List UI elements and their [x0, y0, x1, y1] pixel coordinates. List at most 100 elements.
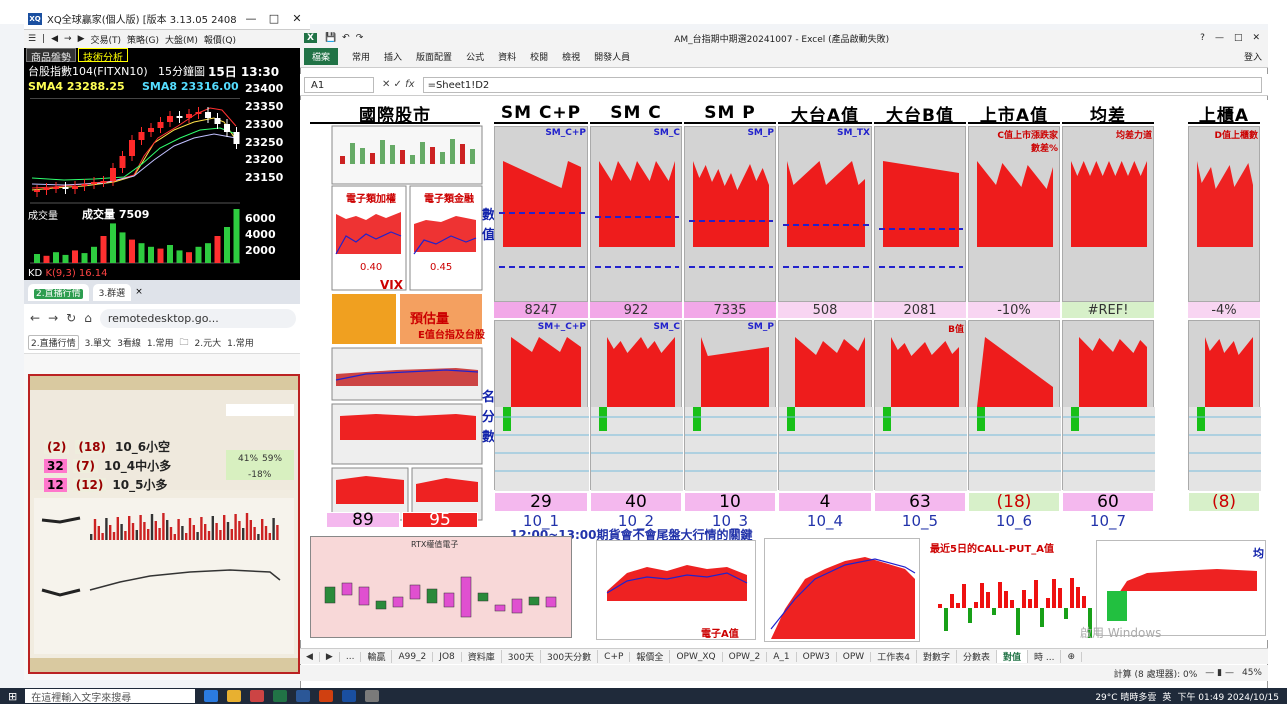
bottom-indicator-chart[interactable] — [684, 320, 777, 491]
top-indicator-chart[interactable] — [1188, 126, 1260, 302]
menu-item[interactable]: 大盤(M) — [165, 33, 198, 46]
value-cell[interactable]: -4% — [1188, 302, 1260, 318]
column-header[interactable]: 大台A值 — [778, 104, 872, 126]
column-header[interactable]: 上櫃A — [1188, 104, 1260, 126]
sheet-tab[interactable]: JO8 — [433, 651, 462, 662]
sheet-tab[interactable]: 300天 — [502, 650, 541, 663]
bottom-indicator-chart[interactable] — [494, 320, 589, 491]
explorer-icon[interactable] — [227, 690, 242, 702]
menu-item[interactable]: ☰ — [28, 34, 36, 44]
sheet-tab[interactable]: ... — [340, 651, 362, 662]
column-header[interactable]: SM C — [590, 103, 682, 124]
chrome-icon[interactable] — [250, 690, 265, 702]
xq-taskbar-icon[interactable] — [342, 690, 357, 702]
menu-item[interactable]: 交易(T) — [91, 33, 122, 46]
restore-icon[interactable]: □ — [1234, 33, 1243, 43]
redo-icon[interactable]: ↷ — [356, 33, 364, 43]
help-icon[interactable]: ? — [1200, 33, 1205, 43]
top-indicator-chart[interactable] — [874, 126, 966, 302]
value-cell[interactable]: 508 — [778, 302, 872, 318]
menu-item[interactable]: → — [64, 34, 72, 44]
sheet-tab[interactable]: 分數表 — [957, 650, 997, 663]
value-cell[interactable]: 7335 — [684, 302, 776, 318]
column-header[interactable]: SM C+P — [494, 103, 588, 124]
column-header[interactable]: SM P — [684, 103, 776, 124]
address-bar[interactable]: remotedesktop.go... — [99, 308, 296, 328]
sheet-tab[interactable]: A_1 — [767, 651, 797, 662]
zoom-slider[interactable]: — ▮ — — [1205, 668, 1234, 678]
score-cell[interactable]: (18) — [968, 492, 1060, 512]
score-cell[interactable]: 40 — [590, 492, 682, 512]
sheet-tab[interactable]: OPW — [837, 651, 872, 662]
undo-icon[interactable]: ↶ — [342, 33, 350, 43]
ribbon-tab[interactable]: 資料 — [498, 50, 516, 63]
bottom-indicator-chart[interactable] — [968, 320, 1061, 491]
top-indicator-chart[interactable] — [494, 126, 588, 302]
menu-item[interactable]: ▶ — [78, 34, 85, 44]
left-value-cell[interactable]: 89 — [326, 510, 400, 530]
sheet-tab[interactable]: 輸贏 — [361, 650, 393, 663]
ribbon-tab[interactable]: 版面配置 — [416, 50, 452, 63]
bottom-indicator-chart[interactable] — [1062, 320, 1155, 491]
tab-technical[interactable]: 技術分析 — [78, 48, 128, 64]
top-indicator-chart[interactable] — [590, 126, 682, 302]
fx-icon[interactable]: ✕ ✓ fx — [382, 79, 415, 90]
bookmark-item[interactable]: 2.直播行情 — [28, 335, 79, 350]
top-indicator-chart[interactable] — [1062, 126, 1154, 302]
sheet-tab[interactable]: 工作表4 — [871, 650, 917, 663]
column-header[interactable]: 大台B值 — [874, 104, 966, 126]
forward-icon[interactable]: → — [48, 311, 58, 325]
sheet-tab[interactable]: ◀ — [300, 651, 320, 662]
sheet-tab[interactable]: 對值 — [996, 650, 1028, 663]
tab-quotes[interactable]: 商品盤勢 — [26, 48, 76, 64]
bookmark-item[interactable]: 2.元大 — [195, 336, 222, 349]
excel-taskbar-icon[interactable] — [273, 690, 288, 702]
bottom-indicator-chart[interactable] — [1188, 320, 1261, 491]
menu-item[interactable]: 報價(Q) — [204, 33, 236, 46]
bottom-indicator-chart[interactable] — [778, 320, 873, 491]
sheet-tab[interactable]: OPW_2 — [723, 651, 768, 662]
word-icon[interactable] — [296, 690, 311, 702]
login-link[interactable]: 登入 — [1244, 50, 1262, 63]
back-icon[interactable]: ← — [30, 311, 40, 325]
sheet-tab[interactable]: 資料庫 — [462, 650, 502, 663]
score-cell[interactable]: 4 — [778, 492, 872, 512]
app-icon[interactable] — [365, 690, 380, 702]
bookmark-item[interactable]: 3看線 — [117, 336, 141, 349]
sheet-tab[interactable]: ▶ — [320, 651, 340, 662]
name-box[interactable]: A1 — [304, 76, 374, 93]
ribbon-tab[interactable]: 開發人員 — [594, 50, 630, 63]
powerpoint-icon[interactable] — [319, 690, 334, 702]
formula-input[interactable]: =Sheet1!D2 — [422, 76, 1262, 93]
close-icon[interactable]: ✕ — [288, 12, 306, 25]
reload-icon[interactable]: ↻ — [66, 311, 76, 325]
value-cell[interactable]: -10% — [968, 302, 1060, 318]
bottom-indicator-chart[interactable] — [874, 320, 967, 491]
chrome-tab-active[interactable]: 2.直播行情 — [28, 283, 89, 301]
score-cell[interactable]: 63 — [874, 492, 966, 512]
score-cell[interactable]: 29 — [494, 492, 588, 512]
value-cell[interactable]: #REF! — [1062, 302, 1154, 318]
worksheet[interactable]: 國際股市 電子類加權 電子類金融 預估量 E值台指及台股 VIX 0.40 0.… — [300, 100, 1268, 642]
bookmark-item[interactable]: 1.常用 — [147, 336, 174, 349]
sheet-tab[interactable]: 報價全 — [630, 650, 671, 663]
save-icon[interactable]: 💾 — [325, 33, 336, 43]
top-indicator-chart[interactable] — [778, 126, 872, 302]
sheet-tab[interactable]: 時 ... — [1028, 650, 1062, 663]
value-cell[interactable]: 8247 — [494, 302, 588, 318]
maximize-icon[interactable]: □ — [265, 12, 283, 25]
score-cell[interactable]: (8) — [1188, 492, 1260, 512]
weather-text[interactable]: 29°C 晴時多雲 — [1095, 690, 1156, 703]
sheet-tab[interactable]: ⊕ — [1061, 651, 1082, 662]
minimize-icon[interactable]: — — [1215, 33, 1224, 43]
value-cell[interactable]: 2081 — [874, 302, 966, 318]
clock[interactable]: 下午 01:49 2024/10/15 — [1177, 690, 1279, 703]
left-value-cell[interactable]: 95 — [402, 510, 478, 530]
zoom-level[interactable]: 45% — [1242, 668, 1262, 678]
home-icon[interactable]: ⌂ — [84, 311, 92, 325]
sheet-tab[interactable]: A99_2 — [392, 651, 434, 662]
minimize-icon[interactable]: — — [242, 12, 260, 25]
ribbon-tab[interactable]: 校閱 — [530, 50, 548, 63]
language-indicator[interactable]: 英 — [1162, 690, 1171, 703]
top-indicator-chart[interactable] — [684, 126, 776, 302]
